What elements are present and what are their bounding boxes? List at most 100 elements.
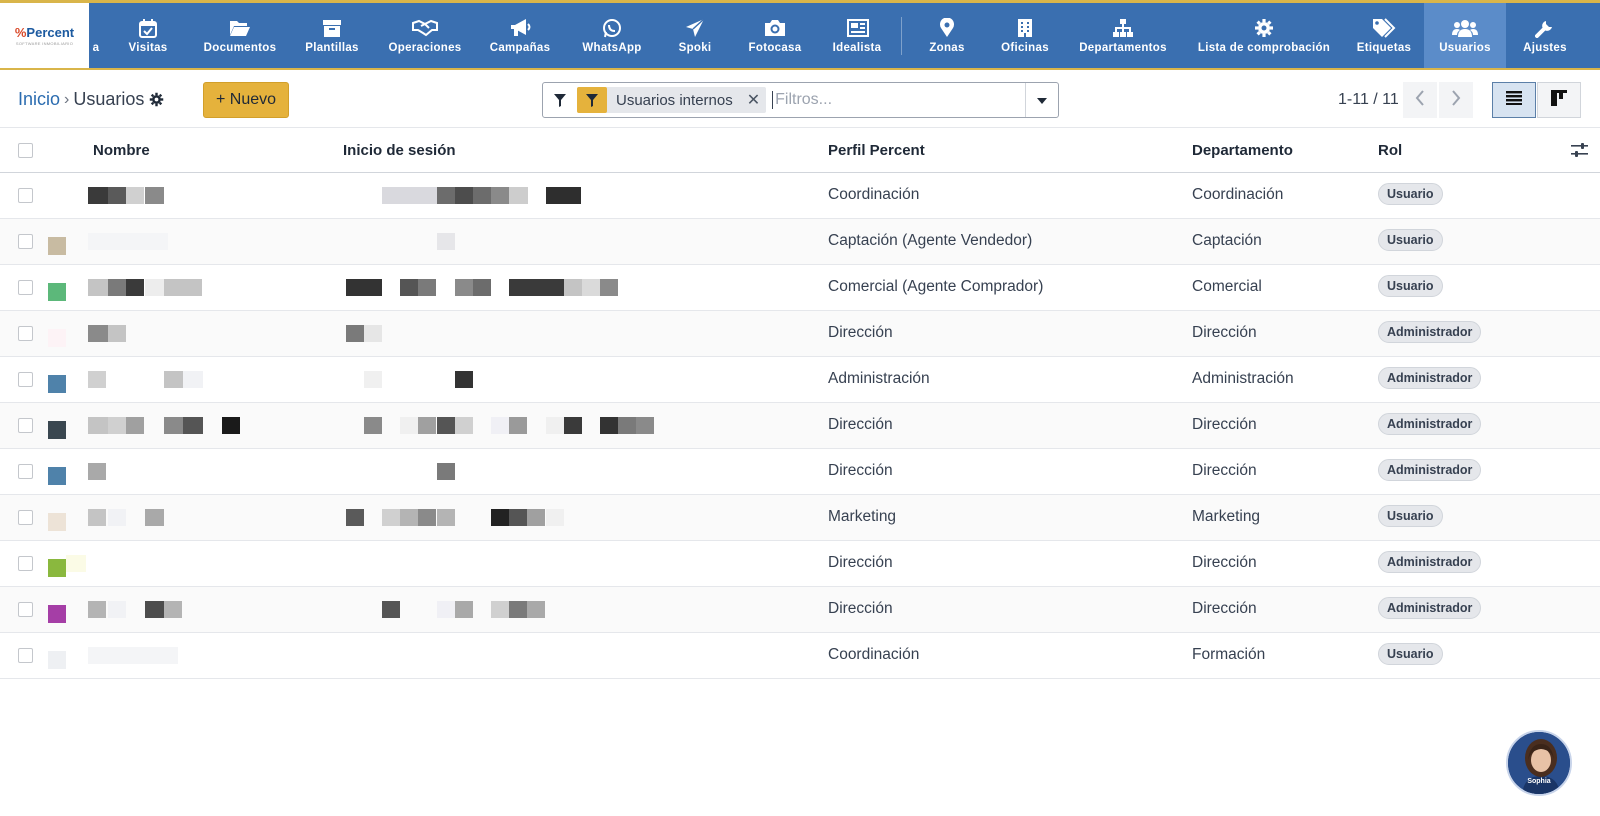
- app-logo[interactable]: %Percent SOFTWARE INMOBILIARIO: [0, 3, 89, 68]
- gear-icon[interactable]: [149, 92, 164, 107]
- pager-next-button[interactable]: [1439, 82, 1473, 118]
- nav-item-visitas[interactable]: Visitas: [103, 3, 193, 68]
- avatar: [48, 191, 66, 209]
- column-header-login[interactable]: Inicio de sesión: [343, 142, 456, 159]
- role-badge: Usuario: [1378, 643, 1443, 665]
- row-checkbox[interactable]: [18, 372, 33, 387]
- obscured-login-block: [509, 187, 528, 204]
- obscured-name-block: [145, 279, 164, 296]
- cell-department: Marketing: [1192, 508, 1261, 525]
- avatar: [48, 513, 66, 531]
- assistant-avatar-image: [1508, 732, 1570, 794]
- row-checkbox[interactable]: [18, 648, 33, 663]
- nav-item-idealista[interactable]: Idealista: [817, 3, 897, 68]
- table-row[interactable]: Administración Administración Administrado…: [0, 357, 1600, 403]
- pager-previous-button[interactable]: [1403, 82, 1437, 118]
- table-row[interactable]: Dirección Dirección Administrador: [0, 403, 1600, 449]
- nav-item-etiquetas[interactable]: Etiquetas: [1344, 3, 1424, 68]
- kanban-view-button[interactable]: [1537, 82, 1581, 118]
- new-button[interactable]: + Nuevo: [203, 82, 289, 118]
- obscured-login-block: [600, 417, 618, 434]
- nav-item-whatsapp[interactable]: WhatsApp: [567, 3, 657, 68]
- list-view-button[interactable]: [1492, 82, 1536, 118]
- obscured-login-block: [455, 601, 473, 618]
- row-checkbox[interactable]: [18, 188, 33, 203]
- nav-item-ajustes[interactable]: Ajustes: [1506, 3, 1584, 68]
- obscured-login-block: [527, 509, 545, 526]
- avatar: [48, 375, 66, 393]
- nav-item-fotocasa[interactable]: Fotocasa: [733, 3, 817, 68]
- role-badge: Usuario: [1378, 505, 1443, 527]
- obscured-name-block: [126, 279, 144, 296]
- table-row[interactable]: Dirección Dirección Administrador: [0, 449, 1600, 495]
- assistant-name: Sophia: [1527, 778, 1551, 785]
- row-checkbox[interactable]: [18, 602, 33, 617]
- obscured-login-block: [437, 601, 455, 618]
- nav-item-spoki[interactable]: Spoki: [657, 3, 733, 68]
- obscured-name-block: [88, 601, 106, 618]
- obscured-name-block: [88, 279, 108, 296]
- table-body: Coordinación Coordinación Usuario Captación…: [0, 173, 1600, 679]
- avatar: [48, 283, 66, 301]
- handshake-icon: [412, 17, 438, 39]
- row-checkbox[interactable]: [18, 418, 33, 433]
- table-row[interactable]: Coordinación Formación Usuario: [0, 633, 1600, 679]
- row-checkbox[interactable]: [18, 464, 33, 479]
- row-checkbox[interactable]: [18, 556, 33, 571]
- map-pin-icon: [939, 17, 955, 39]
- table-row[interactable]: Dirección Dirección Administrador: [0, 311, 1600, 357]
- obscured-login-block: [491, 417, 509, 434]
- table-row[interactable]: Dirección Dirección Administrador: [0, 541, 1600, 587]
- breadcrumb-home-link[interactable]: Inicio: [18, 89, 60, 110]
- nav-item-departamentos[interactable]: Departamentos: [1062, 3, 1184, 68]
- list-icon: [1506, 90, 1522, 110]
- close-icon[interactable]: ✕: [747, 90, 760, 110]
- tags-icon: [1372, 17, 1396, 39]
- row-checkbox[interactable]: [18, 234, 33, 249]
- column-header-name[interactable]: Nombre: [93, 142, 150, 159]
- nav-item-zonas[interactable]: Zonas: [906, 3, 988, 68]
- column-header-profile[interactable]: Perfil Percent: [828, 142, 925, 159]
- column-header-role[interactable]: Rol: [1378, 142, 1402, 159]
- row-checkbox[interactable]: [18, 510, 33, 525]
- row-checkbox[interactable]: [18, 280, 33, 295]
- nav-item-lista-de-comprobacion[interactable]: Lista de comprobación: [1184, 3, 1344, 68]
- obscured-login-block: [364, 417, 382, 434]
- search-input[interactable]: [772, 91, 1019, 109]
- nav-item-agenda[interactable]: a: [89, 3, 103, 68]
- nav-item-documentos[interactable]: Documentos: [193, 3, 287, 68]
- table-row[interactable]: Dirección Dirección Administrador: [0, 587, 1600, 633]
- chevron-left-icon: [1415, 89, 1425, 111]
- obscured-login-block: [455, 417, 473, 434]
- obscured-login-block: [364, 371, 382, 388]
- assistant-avatar-button[interactable]: Sophia: [1506, 730, 1572, 796]
- search-options-toggle[interactable]: [1025, 83, 1058, 117]
- nav-item-operaciones[interactable]: Operaciones: [377, 3, 473, 68]
- obscured-name-block: [145, 509, 164, 526]
- nav-item-oficinas[interactable]: Oficinas: [988, 3, 1062, 68]
- row-checkbox[interactable]: [18, 326, 33, 341]
- obscured-login-block: [400, 279, 418, 296]
- obscured-login-block: [509, 279, 564, 296]
- table-row[interactable]: Captación (Agente Vendedor) Captación Usua…: [0, 219, 1600, 265]
- nav-item-plantillas[interactable]: Plantillas: [287, 3, 377, 68]
- obscured-login-block: [600, 279, 618, 296]
- obscured-name-block: [145, 187, 164, 204]
- column-header-department[interactable]: Departamento: [1192, 142, 1293, 159]
- nav-separator: [901, 16, 902, 55]
- role-badge: Administrador: [1378, 367, 1482, 389]
- nav-item-campanas[interactable]: Campañas: [473, 3, 567, 68]
- search-facet: Usuarios internos ✕: [577, 87, 767, 113]
- avatar: [48, 329, 66, 347]
- pager-value[interactable]: 1-11 / 11: [1338, 91, 1399, 109]
- nav-item-usuarios[interactable]: Usuarios: [1424, 3, 1506, 68]
- obscured-name-block: [222, 417, 240, 434]
- table-row[interactable]: Marketing Marketing Usuario: [0, 495, 1600, 541]
- filter-icon[interactable]: [543, 93, 577, 107]
- obscured-login-block: [564, 279, 582, 296]
- cell-profile: Administración: [828, 370, 930, 387]
- sliders-icon[interactable]: [1571, 143, 1588, 161]
- table-row[interactable]: Coordinación Coordinación Usuario: [0, 173, 1600, 219]
- select-all-checkbox[interactable]: [18, 143, 33, 158]
- table-row[interactable]: Comercial (Agente Comprador) Comercial Usu…: [0, 265, 1600, 311]
